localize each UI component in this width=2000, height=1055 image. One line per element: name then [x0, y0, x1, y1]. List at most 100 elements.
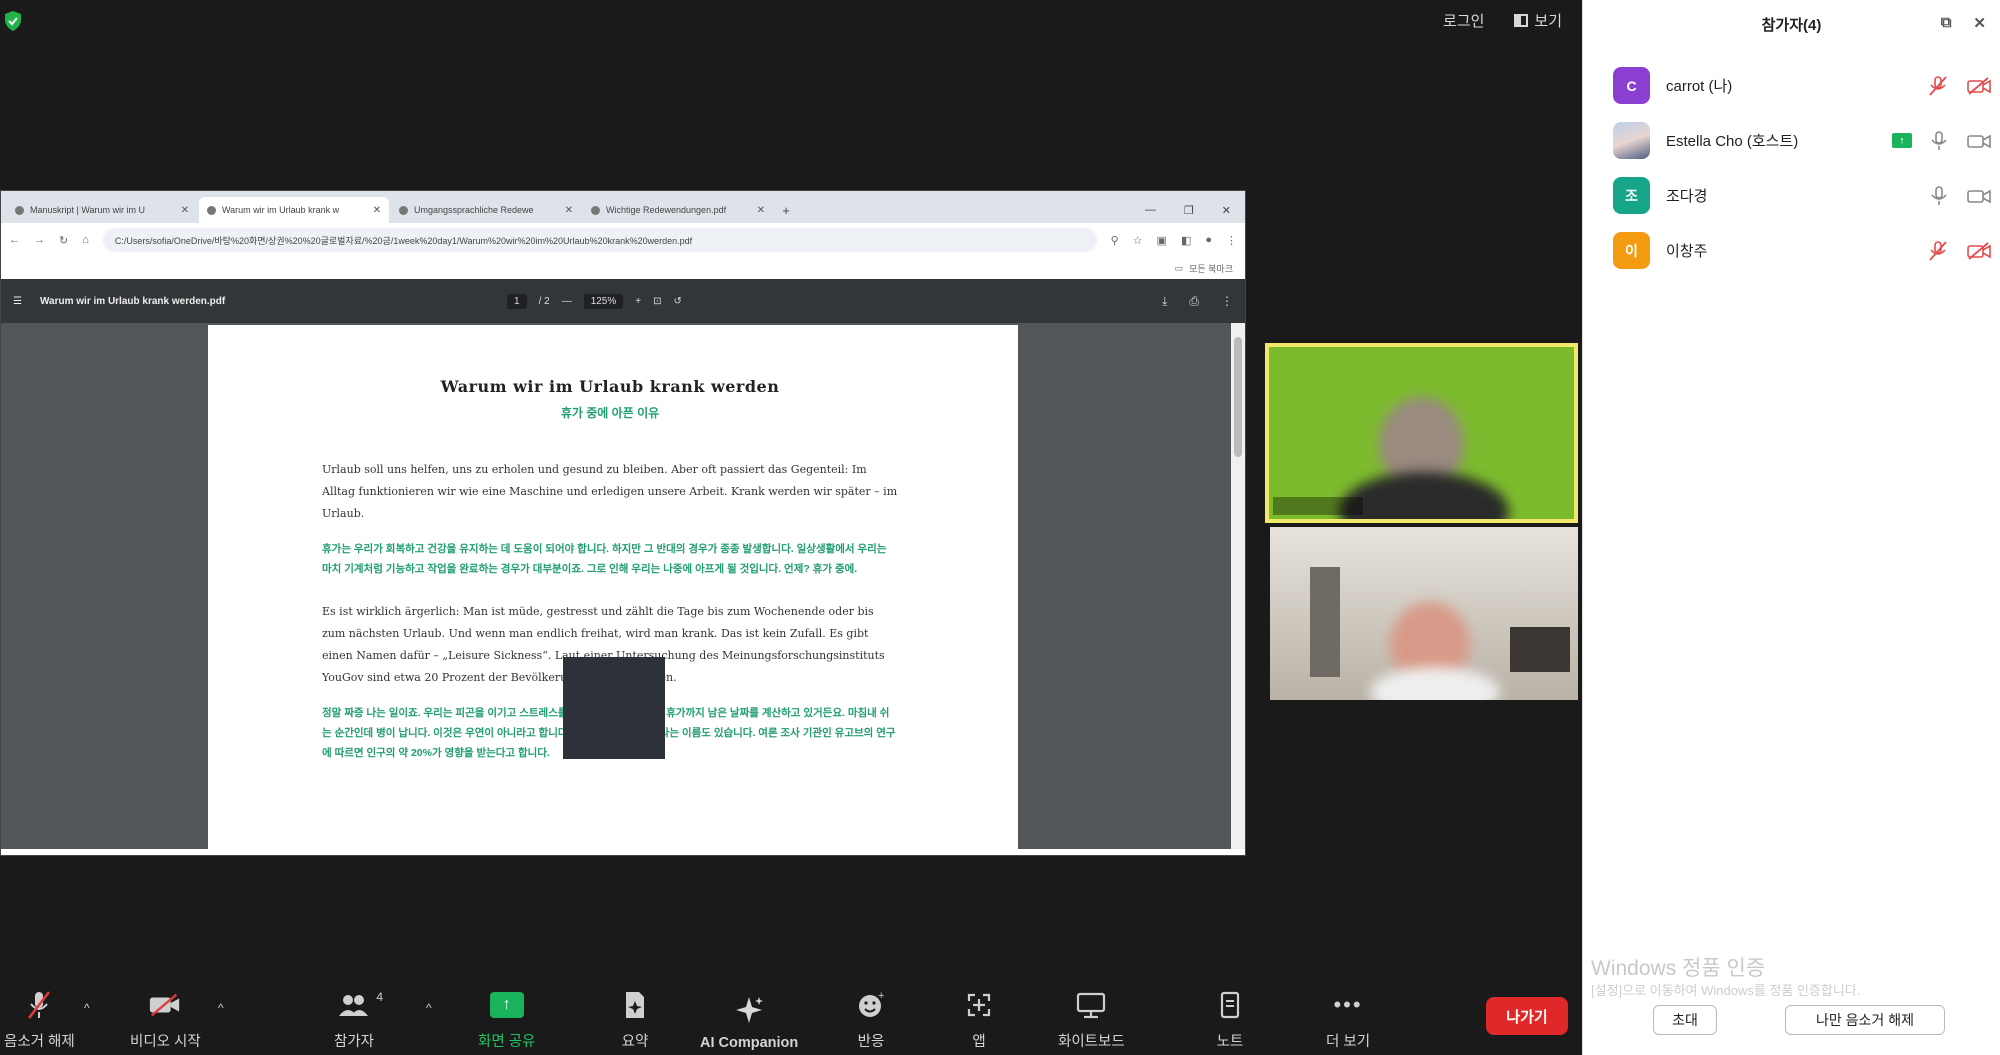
browser-tab[interactable]: Wichtige Redewendungen.pdf ✕ [583, 197, 773, 223]
address-bar-row: ← → ↻ ⌂ C:/Users/sofia/OneDrive/바탕%20화면/… [1, 223, 1245, 257]
video-tile-active-speaker[interactable] [1265, 343, 1578, 523]
zoom-level-input[interactable]: 125% [583, 293, 624, 309]
print-icon[interactable]: ⎙ [1189, 294, 1199, 309]
participant-row[interactable]: 조 조다경 [1583, 168, 2000, 223]
tab-label: Wichtige Redewendungen.pdf [606, 205, 727, 215]
participants-icon: 4 [337, 990, 383, 1020]
view-button[interactable]: 보기 [1514, 10, 1562, 31]
participants-button[interactable]: 4 참가자 [334, 990, 383, 1051]
rotate-icon[interactable]: ↺ [674, 296, 682, 307]
participant-row[interactable]: 이 이창주 [1583, 223, 2000, 278]
home-icon[interactable]: ⌂ [82, 234, 89, 246]
close-panel-icon[interactable]: ✕ [1973, 14, 1986, 32]
unmute-me-button[interactable]: 나만 음소거 해제 [1785, 1005, 1945, 1035]
unmute-button[interactable]: 음소거 해제 [4, 990, 75, 1051]
minimize-icon[interactable]: — [1145, 204, 1156, 216]
participants-panel: 참가자(4) ⧉ ✕ C carrot (나) Estella Cho (호스트… [1582, 0, 2000, 1055]
pdf-viewport[interactable]: Warum wir im Urlaub krank werden 휴가 중에 아… [1, 323, 1245, 849]
close-tab-icon[interactable]: ✕ [181, 205, 189, 216]
avatar: 이 [1613, 232, 1650, 269]
download-icon[interactable]: ⤓ [1162, 294, 1167, 309]
whiteboard-button[interactable]: 화이트보드 [1058, 990, 1125, 1051]
more-button[interactable]: ••• 더 보기 [1326, 990, 1370, 1051]
extension-icon[interactable]: ▣ [1157, 234, 1167, 247]
zoom-out-icon[interactable]: — [562, 296, 572, 307]
sidebar-icon[interactable]: ◧ [1181, 234, 1191, 247]
pdf-menu-icon[interactable]: ☰ [13, 296, 22, 307]
reactions-button[interactable]: + 반응 [854, 990, 888, 1051]
bookmark-star-icon[interactable]: ☆ [1133, 234, 1143, 247]
room-shelf [1510, 627, 1570, 672]
shared-browser-window[interactable]: Manuskript | Warum wir im U ✕ Warum wir i… [0, 190, 1246, 856]
folder-icon: ▭ [1174, 262, 1184, 273]
windows-activation-text: [설정]으로 이동하여 Windows를 정품 인증합니다. [1591, 983, 1861, 998]
panel-header: 참가자(4) ⧉ ✕ [1583, 0, 2000, 48]
reload-icon[interactable]: ↻ [59, 234, 68, 247]
leave-button[interactable]: 나가기 [1486, 997, 1568, 1035]
tab-favicon-icon [207, 205, 216, 215]
notes-icon [1213, 990, 1247, 1020]
sharing-screen-icon: ↑ [1892, 133, 1912, 148]
browser-tab[interactable]: Umgangssprachliche Redewe ✕ [391, 197, 581, 223]
participant-status-icons [1928, 240, 1992, 262]
camera-icon [1967, 189, 1991, 203]
pop-out-icon[interactable]: ⧉ [1941, 14, 1952, 32]
close-tab-icon[interactable]: ✕ [373, 205, 381, 216]
meeting-stage: 로그인 보기 Manuskript | Warum wir im U ✕ Waru… [0, 0, 1582, 1055]
security-shield-icon[interactable] [4, 10, 22, 32]
browser-tab-active[interactable]: Warum wir im Urlaub krank w ✕ [199, 197, 389, 223]
bookmarks-bar: ▭ 모든 북마크 [1, 257, 1245, 279]
ai-companion-button[interactable]: AI Companion [700, 995, 798, 1051]
tab-label: Manuskript | Warum wir im U [30, 205, 146, 215]
scroll-thumb[interactable] [1234, 337, 1242, 457]
close-tab-icon[interactable]: ✕ [565, 205, 573, 216]
pdf-scrollbar[interactable] [1231, 323, 1245, 849]
browser-menu-icon[interactable]: ⋮ [1226, 234, 1237, 247]
more-label: 더 보기 [1326, 1034, 1371, 1050]
participant-name: carrot (나) [1666, 78, 1733, 95]
ai-companion-label: AI Companion [700, 1035, 799, 1051]
login-button[interactable]: 로그인 [1443, 10, 1484, 31]
more-dots-icon: ••• [1333, 992, 1363, 1017]
browser-tab[interactable]: Manuskript | Warum wir im U ✕ [7, 197, 197, 223]
share-screen-label: 화면 공유 [478, 1034, 536, 1050]
pdf-more-icon[interactable]: ⋮ [1221, 294, 1233, 309]
window-controls: — ❐ ✕ [1145, 197, 1245, 223]
page-number-input[interactable]: 1 [507, 293, 527, 309]
close-window-icon[interactable]: ✕ [1222, 204, 1231, 217]
apps-button[interactable]: 앱 [962, 990, 996, 1051]
participants-options-chevron-icon[interactable]: ^ [426, 1001, 432, 1015]
participant-row[interactable]: C carrot (나) [1583, 58, 2000, 113]
profile-icon[interactable]: ● [1205, 234, 1212, 246]
whiteboard-icon [1074, 990, 1108, 1020]
summary-icon [618, 990, 652, 1020]
page-total: / 2 [538, 295, 550, 307]
audio-options-chevron-icon[interactable]: ^ [84, 1001, 90, 1015]
forward-icon[interactable]: → [34, 234, 45, 246]
pdf-page-controls: 1 / 2 — 125% + ⊡ ↺ [507, 293, 682, 309]
video-tile[interactable] [1270, 527, 1578, 700]
muted-mic-icon [22, 990, 56, 1020]
video-off-icon [1967, 76, 1991, 95]
zoom-in-icon[interactable]: + [635, 296, 641, 307]
summary-button[interactable]: 요약 [618, 990, 652, 1051]
start-video-button[interactable]: 비디오 시작 [130, 990, 201, 1051]
avatar: C [1613, 67, 1650, 104]
close-tab-icon[interactable]: ✕ [757, 205, 765, 216]
tab-strip: Manuskript | Warum wir im U ✕ Warum wir i… [1, 191, 1245, 223]
participant-status-icons [1930, 185, 1992, 207]
muted-mic-icon [1929, 75, 1947, 96]
fit-page-icon[interactable]: ⊡ [653, 296, 661, 307]
smiley-icon: + [854, 990, 888, 1020]
zoom-icon[interactable]: ⚲ [1111, 234, 1119, 247]
all-bookmarks-link[interactable]: 모든 북마크 [1189, 262, 1233, 275]
maximize-icon[interactable]: ❐ [1184, 204, 1194, 217]
share-screen-button[interactable]: ↑ 화면 공유 [478, 990, 535, 1051]
url-field[interactable]: C:/Users/sofia/OneDrive/바탕%20화면/상권%20%20… [102, 228, 1097, 252]
new-tab-icon[interactable]: + [775, 197, 797, 223]
notes-button[interactable]: 노트 [1213, 990, 1247, 1051]
invite-button[interactable]: 초대 [1653, 1005, 1717, 1035]
participant-row[interactable]: Estella Cho (호스트) ↑ [1583, 113, 2000, 168]
back-icon[interactable]: ← [9, 234, 20, 246]
video-options-chevron-icon[interactable]: ^ [218, 1001, 224, 1015]
